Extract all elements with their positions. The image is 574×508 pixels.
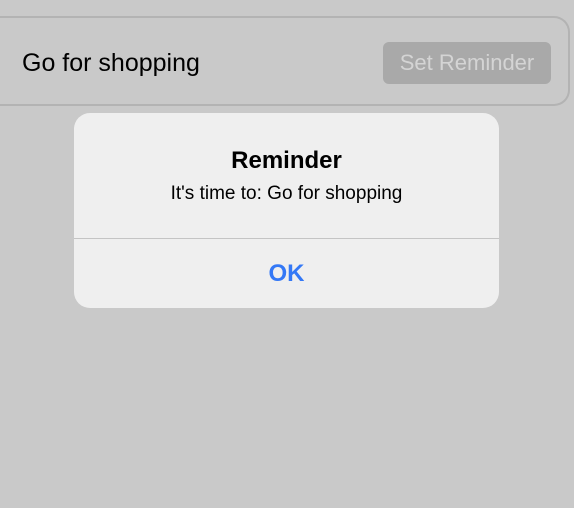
reminder-alert-dialog: Reminder It's time to: Go for shopping O… bbox=[74, 113, 499, 308]
task-name: Go for shopping bbox=[22, 49, 200, 77]
alert-title: Reminder bbox=[231, 147, 342, 174]
set-reminder-button[interactable]: Set Reminder bbox=[383, 42, 551, 84]
task-card: Go for shopping Set Reminder bbox=[0, 16, 570, 106]
alert-message: It's time to: Go for shopping bbox=[170, 183, 403, 204]
ok-button[interactable]: OK bbox=[74, 239, 499, 308]
